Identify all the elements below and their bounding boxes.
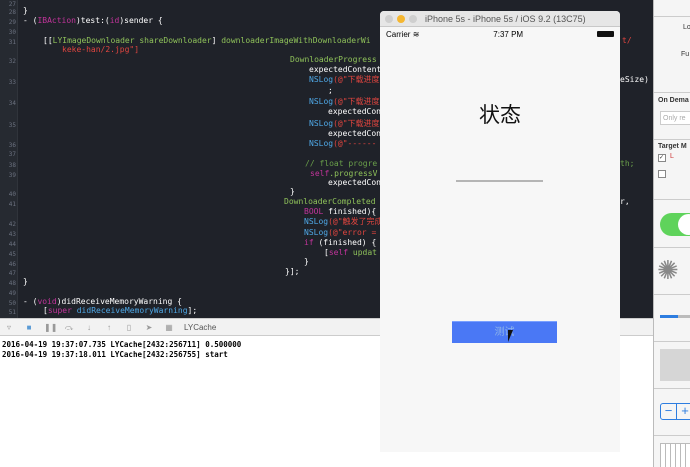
line-number-gutter: 27 28 29 30 31 32 33 34 35 36 37 38 39 4…: [0, 0, 18, 318]
field-label: Fu: [681, 51, 690, 58]
view-hierarchy-icon[interactable]: ▯: [124, 323, 134, 332]
line-number: 46: [8, 261, 16, 268]
progress-bar: [660, 315, 690, 318]
code-fragment: th;: [620, 159, 635, 168]
code-line: ;: [328, 86, 333, 95]
code-fragment: eSize): [620, 75, 649, 84]
tags-input[interactable]: Only re: [660, 111, 690, 125]
code-line: }: [304, 257, 309, 266]
line-number: 35: [8, 122, 16, 129]
breakpoint-icon[interactable]: ■: [24, 323, 34, 332]
code-line: NSLog(@"------: [309, 139, 377, 148]
line-number: 43: [8, 231, 16, 238]
table-view-preview: [660, 443, 690, 467]
code-line: [super didReceiveMemoryWarning];: [43, 306, 198, 315]
code-line: if (finished) {: [304, 238, 377, 247]
code-line: DownloaderCompleted: [284, 197, 376, 206]
wifi-icon: ≋: [412, 29, 420, 39]
code-line: expectedCon: [328, 178, 381, 187]
code-line: }: [23, 6, 28, 15]
line-number: 41: [8, 201, 16, 208]
battery-icon: [597, 31, 614, 37]
code-line: }];: [285, 267, 300, 276]
section-header: On Dema: [658, 97, 689, 104]
zoom-button[interactable]: [409, 14, 417, 23]
line-number: 31: [8, 39, 16, 46]
line-number: 36: [8, 142, 16, 149]
code-line: expectedCon: [328, 129, 381, 138]
code-line: expectedContent: [309, 65, 382, 74]
code-line: expectedCon: [328, 107, 381, 116]
line-number: 29: [8, 19, 16, 26]
field-label: Lo: [683, 24, 690, 31]
status-label: 状态: [479, 103, 521, 127]
code-line: NSLog(@"下载进度: [309, 97, 380, 106]
carrier-label: Carrier: [386, 29, 411, 39]
code-fragment: r,: [620, 197, 630, 206]
code-line: NSLog(@"触发了完成: [304, 217, 383, 226]
time-label: 7:37 PM: [493, 29, 524, 39]
target-checkbox[interactable]: ✓: [658, 154, 666, 162]
hide-console-icon[interactable]: ▿: [4, 323, 14, 332]
code-fragment: t/: [622, 36, 632, 45]
switch-toggle[interactable]: [660, 213, 690, 236]
code-line: - (IBAction)test:(id)sender {: [23, 16, 163, 25]
line-number: 33: [8, 79, 16, 86]
target-icon: ▦: [165, 322, 173, 332]
progress-view: [456, 180, 543, 182]
line-number: 51: [8, 309, 16, 316]
target-label: LYCache: [184, 322, 217, 332]
mouse-cursor-icon: [508, 330, 513, 342]
step-out-icon[interactable]: ↑: [104, 323, 114, 332]
line-number: 34: [8, 100, 16, 107]
line-number: 42: [8, 221, 16, 228]
simulator-titlebar: iPhone 5s - iPhone 5s / iOS 9.2 (13C75): [380, 11, 620, 27]
line-number: 30: [8, 29, 16, 36]
code-line: NSLog(@"error =: [304, 228, 377, 237]
pause-icon[interactable]: ❚❚: [44, 323, 57, 332]
step-into-icon[interactable]: ↓: [84, 323, 94, 332]
line-number: 48: [8, 280, 16, 287]
line-number: 40: [8, 191, 16, 198]
location-icon[interactable]: ➤: [144, 323, 154, 332]
line-number: 28: [8, 9, 16, 16]
stepper[interactable]: − +: [660, 403, 690, 420]
line-number: 44: [8, 241, 16, 248]
inspector-sidebar: Lo Fu On Dema Only re Target M ✓ L ✺ −+: [653, 0, 690, 467]
line-number: 49: [8, 290, 16, 297]
target-item: L: [670, 153, 674, 160]
line-number: 27: [8, 1, 16, 8]
line-number: 39: [8, 172, 16, 179]
page-control-preview: [660, 349, 690, 381]
line-number: 38: [8, 162, 16, 169]
line-number: 45: [8, 251, 16, 258]
section-header: Target M: [658, 143, 687, 150]
code-line: keke-han/2.jpg"]: [62, 45, 140, 54]
line-number: 32: [8, 58, 16, 65]
minimize-button[interactable]: [397, 14, 405, 23]
step-over-icon[interactable]: ⤼: [64, 323, 74, 332]
code-line: // float progre: [305, 159, 378, 168]
code-line: }: [23, 277, 28, 286]
code-line: DownloaderProgress: [290, 55, 377, 64]
line-number: 50: [8, 300, 16, 307]
code-line: NSLog(@"下载进度: [309, 119, 380, 128]
simulator-title: iPhone 5s - iPhone 5s / iOS 9.2 (13C75): [425, 13, 586, 24]
line-number: 47: [8, 270, 16, 277]
line-number: 37: [8, 151, 16, 158]
code-line: }: [290, 187, 295, 196]
status-bar: Carrier ≋ 7:37 PM: [380, 27, 620, 41]
simulator-window: iPhone 5s - iPhone 5s / iOS 9.2 (13C75) …: [380, 11, 620, 452]
code-line: BOOL finished){: [304, 207, 377, 216]
activity-indicator-icon: ✺: [657, 255, 679, 285]
target-checkbox[interactable]: [658, 170, 666, 178]
code-line: NSLog(@"下载进度: [309, 75, 380, 84]
close-button[interactable]: [385, 14, 393, 23]
test-button[interactable]: 测试: [452, 321, 557, 343]
code-line: [self updat: [324, 248, 377, 257]
